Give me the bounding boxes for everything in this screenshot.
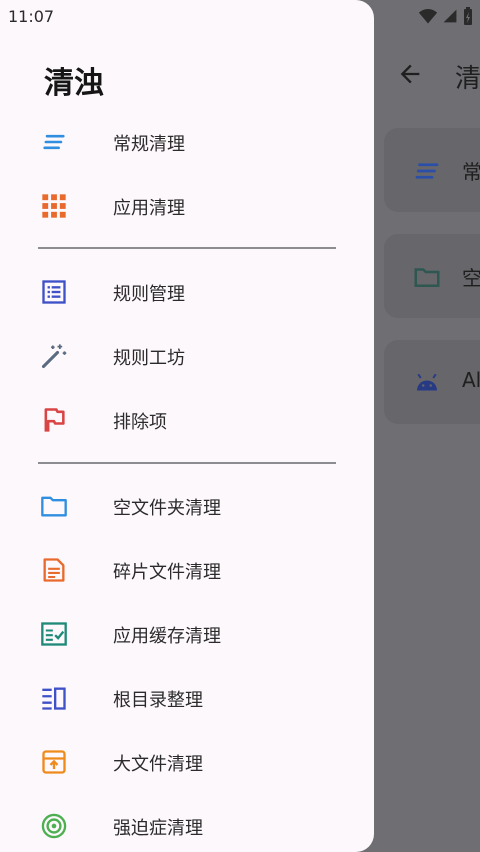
menu-item-fragment-file-clean[interactable]: 碎片文件清理 xyxy=(0,542,374,598)
background-card-label: 常 xyxy=(462,160,480,184)
menu-item-large-file-clean[interactable]: 大文件清理 xyxy=(0,734,374,790)
menu-item-label: 空文件夹清理 xyxy=(113,498,221,519)
flag-icon xyxy=(44,408,65,432)
folder-icon xyxy=(414,268,440,287)
menu-item-label: 应用缓存清理 xyxy=(113,626,221,647)
status-time: 11:07 xyxy=(8,7,55,26)
target-icon xyxy=(41,813,67,839)
background-card-label: Al xyxy=(462,368,480,392)
menu-item-app-clean[interactable]: 应用清理 xyxy=(0,178,374,234)
menu-item-app-cache-clean[interactable]: 应用缓存清理 xyxy=(0,606,374,662)
background-card[interactable]: Al xyxy=(384,340,480,424)
background-title: 清 xyxy=(455,64,480,94)
lines-icon xyxy=(415,163,439,179)
wifi-icon xyxy=(418,9,438,24)
menu-item-label: 常规清理 xyxy=(113,134,185,155)
menu-item-regular-clean[interactable]: 常规清理 xyxy=(0,114,374,170)
menu-item-label: 根目录整理 xyxy=(113,690,203,711)
back-arrow-icon[interactable] xyxy=(396,60,424,88)
magic-wand-icon xyxy=(41,344,67,369)
background-card[interactable]: 空 xyxy=(384,234,480,318)
checklist-icon xyxy=(41,622,67,646)
signal-icon xyxy=(443,9,457,23)
menu-item-empty-folder-clean[interactable]: 空文件夹清理 xyxy=(0,478,374,534)
menu-item-rule-workshop[interactable]: 规则工坊 xyxy=(0,328,374,384)
menu-item-label: 应用清理 xyxy=(113,198,185,219)
lines-icon xyxy=(43,134,65,150)
divider xyxy=(38,247,336,249)
menu-item-label: 强迫症清理 xyxy=(113,818,203,839)
menu-item-rule-management[interactable]: 规则管理 xyxy=(0,264,374,320)
archive-icon xyxy=(42,750,66,774)
status-icons xyxy=(418,6,474,26)
menu-item-exclusions[interactable]: 排除项 xyxy=(0,392,374,448)
drawer-title: 清浊 xyxy=(44,66,104,101)
menu-item-ocd-clean[interactable]: 强迫症清理 xyxy=(0,798,374,852)
background-card-label: 空 xyxy=(462,266,480,290)
battery-icon xyxy=(464,7,472,25)
root-list-icon xyxy=(42,687,66,710)
list-icon xyxy=(42,280,66,304)
menu-item-root-directory-organize[interactable]: 根目录整理 xyxy=(0,670,374,726)
grid-icon xyxy=(42,194,66,218)
document-icon xyxy=(43,558,65,582)
background-card[interactable]: 常 xyxy=(384,128,480,212)
navigation-drawer: 清浊 常规清理 应用清理 规则管理 规则工坊 排除项 空文件夹清理 碎片文件清理… xyxy=(0,0,374,852)
menu-item-label: 排除项 xyxy=(113,412,167,433)
menu-item-label: 大文件清理 xyxy=(113,754,203,775)
android-icon xyxy=(417,373,437,391)
folder-icon xyxy=(41,496,67,517)
divider xyxy=(38,462,336,464)
menu-item-label: 规则工坊 xyxy=(113,348,185,369)
menu-item-label: 碎片文件清理 xyxy=(113,562,221,583)
menu-item-label: 规则管理 xyxy=(113,284,185,305)
